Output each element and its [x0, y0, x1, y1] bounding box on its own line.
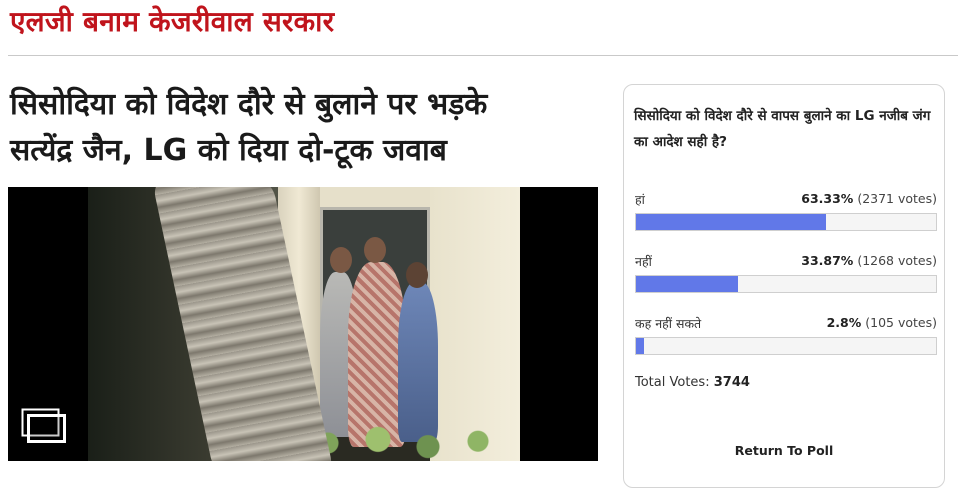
poll-option-cant-say: कह नहीं सकते 2.8% (105 votes): [635, 313, 937, 355]
headline-line-2[interactable]: सत्येंद्र जैन, LG को दिया दो-टूक जवाब: [10, 128, 590, 174]
person-figure: [398, 282, 438, 442]
gallery-icon[interactable]: [21, 408, 67, 444]
poll-card: सिसोदिया को विदेश दौरे से वापस बुलाने का…: [623, 84, 945, 488]
headline-line-1[interactable]: सिसोदिया को विदेश दौरे से बुलाने पर भड़क…: [10, 82, 590, 128]
poll-result-fill: [636, 276, 738, 292]
poll-total-label: Total Votes:: [635, 375, 710, 390]
poll-option-percent: 2.8%: [826, 315, 862, 330]
poll-result-fill: [636, 338, 645, 354]
poll-total-votes: Total Votes: 3744: [635, 375, 750, 390]
return-to-poll-button[interactable]: Return To Poll: [624, 443, 944, 458]
article-headline[interactable]: सिसोदिया को विदेश दौरे से बुलाने पर भड़क…: [10, 82, 590, 174]
poll-option-yes: हां 63.33% (2371 votes): [635, 189, 937, 231]
poll-result-bar: [635, 213, 937, 231]
poll-option-no: नहीं 33.87% (1268 votes): [635, 251, 937, 293]
poll-option-votes: (2371 votes): [857, 191, 937, 206]
poll-option-percent: 33.87%: [801, 253, 854, 268]
poll-option-label: कह नहीं सकते: [635, 316, 702, 331]
poll-question: सिसोदिया को विदेश दौरे से वापस बुलाने का…: [634, 108, 931, 150]
poll-option-percent: 63.33%: [801, 191, 854, 206]
poll-result-bar: [635, 275, 937, 293]
section-divider: [8, 55, 958, 56]
poll-option-votes: (105 votes): [865, 315, 937, 330]
poll-option-label: हां: [635, 192, 645, 207]
article-photo[interactable]: [8, 187, 598, 461]
section-title[interactable]: एलजी बनाम केजरीवाल सरकार: [10, 2, 334, 40]
poll-option-label: नहीं: [635, 254, 652, 269]
photo-scene: [88, 187, 520, 461]
poll-total-value: 3744: [713, 375, 750, 390]
poll-result-fill: [636, 214, 826, 230]
poll-result-bar: [635, 337, 937, 355]
poll-option-votes: (1268 votes): [857, 253, 937, 268]
